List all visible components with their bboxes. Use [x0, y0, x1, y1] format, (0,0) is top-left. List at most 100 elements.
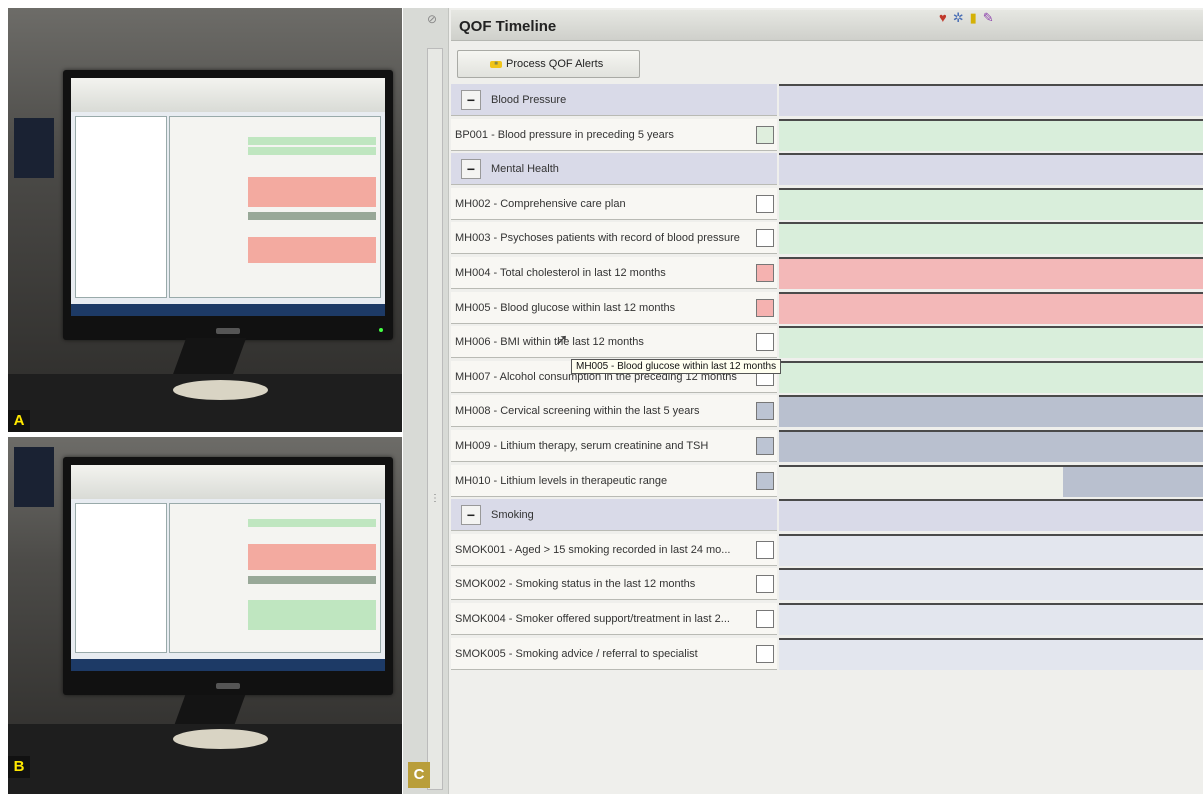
indicator-row[interactable]: SMOK002 - Smoking status in the last 12 … — [451, 567, 1203, 602]
indicator-row[interactable]: MH009 - Lithium therapy, serum creatinin… — [451, 429, 1203, 464]
group-header-blood-pressure[interactable]: − Blood Pressure — [451, 83, 1203, 118]
status-checkbox[interactable] — [756, 333, 774, 352]
photo-panel-b — [8, 437, 402, 794]
pin-icon[interactable]: ⊘ — [427, 12, 437, 26]
status-checkbox[interactable] — [756, 609, 774, 628]
plate — [173, 729, 268, 749]
clipboard-icon[interactable]: ▮ — [970, 10, 983, 26]
plate — [173, 380, 268, 400]
phone-keypad — [14, 447, 54, 507]
indicator-row[interactable]: MH002 - Comprehensive care plan — [451, 187, 1203, 222]
collapse-icon[interactable]: − — [461, 90, 481, 111]
collapse-icon[interactable]: − — [461, 159, 481, 180]
timeline-bar — [779, 602, 1203, 635]
indicator-label: MH003 - Psychoses patients with record o… — [451, 222, 777, 255]
screen-bar — [248, 137, 376, 145]
timeline-bar — [779, 464, 1203, 497]
qof-indicator-list: − Blood Pressure BP001 - Blood pressure i… — [451, 83, 1203, 671]
indicator-row[interactable]: MH010 - Lithium levels in therapeutic ra… — [451, 464, 1203, 499]
status-checkbox[interactable] — [756, 644, 774, 663]
indicator-label: BP001 - Blood pressure in preceding 5 ye… — [451, 118, 777, 151]
screen-tree — [75, 503, 167, 653]
row-tooltip: MH005 - Blood glucose within last 12 mon… — [571, 359, 782, 374]
timeline-bar — [779, 291, 1203, 324]
timeline-bar — [779, 395, 1203, 428]
status-checkbox[interactable] — [756, 263, 774, 282]
indicator-label: SMOK001 - Aged > 15 smoking recorded in … — [451, 533, 777, 566]
indicator-row[interactable]: MH003 - Psychoses patients with record o… — [451, 221, 1203, 256]
group-track — [779, 84, 1203, 116]
group-label: − Blood Pressure — [451, 84, 777, 116]
chart-icon[interactable]: ✲ — [953, 10, 970, 26]
indicator-label: MH004 - Total cholesterol in last 12 mon… — [451, 256, 777, 289]
timeline-bar — [779, 222, 1203, 255]
indicator-label: MH009 - Lithium therapy, serum creatinin… — [451, 429, 777, 462]
monitor-screen — [71, 78, 385, 316]
group-track — [779, 499, 1203, 532]
indicator-row[interactable]: BP001 - Blood pressure in preceding 5 ye… — [451, 118, 1203, 153]
screen-bar — [248, 600, 376, 630]
status-checkbox[interactable] — [756, 471, 774, 490]
status-checkbox[interactable] — [756, 402, 774, 421]
group-label: − Mental Health — [451, 153, 777, 186]
status-checkbox[interactable] — [756, 436, 774, 455]
screen-main — [169, 116, 381, 298]
monitor-logo — [216, 328, 240, 334]
timeline-bar — [779, 118, 1203, 151]
group-label: − Smoking — [451, 499, 777, 532]
status-checkbox[interactable] — [756, 229, 774, 248]
indicator-label: SMOK005 - Smoking advice / referral to s… — [451, 637, 777, 670]
indicator-row[interactable]: MH004 - Total cholesterol in last 12 mon… — [451, 256, 1203, 291]
panel-header: QOF Timeline ♥✲▮✎ — [451, 10, 1203, 41]
indicator-row[interactable]: MH007 - Alcohol consumption in the prece… — [451, 360, 1203, 395]
screen-toolbar — [71, 78, 385, 112]
timeline-bar — [779, 568, 1203, 601]
timeline-bar — [779, 533, 1203, 566]
group-name: Blood Pressure — [491, 94, 567, 107]
group-name: Smoking — [491, 509, 534, 522]
status-checkbox[interactable] — [756, 575, 774, 594]
screen-bar — [248, 237, 376, 263]
status-checkbox[interactable] — [756, 194, 774, 213]
indicator-label: MH006 - BMI within the last 12 months — [451, 326, 777, 359]
indicator-row[interactable]: SMOK005 - Smoking advice / referral to s… — [451, 637, 1203, 672]
heart-icon[interactable]: ♥ — [939, 10, 953, 25]
phone-keypad — [14, 118, 54, 178]
timeline-bar — [779, 637, 1203, 670]
pen-icon[interactable]: ✎ — [983, 10, 1000, 26]
left-rail: ⊘ ⋮ — [403, 8, 449, 794]
photo-panel-a — [8, 8, 402, 432]
process-qof-alerts-button[interactable]: ■ Process QOF Alerts — [457, 50, 640, 78]
collapse-icon[interactable]: − — [461, 505, 481, 526]
group-header-smoking[interactable]: − Smoking — [451, 498, 1203, 533]
group-header-mental-health[interactable]: − Mental Health — [451, 152, 1203, 187]
group-track — [779, 153, 1203, 186]
grip-icon[interactable]: ⋮ — [430, 493, 440, 504]
timeline-bar — [779, 326, 1203, 359]
monitor-screen — [71, 465, 385, 671]
panel-title: QOF Timeline — [459, 18, 557, 35]
vertical-scrollbar[interactable] — [427, 48, 443, 790]
indicator-row[interactable]: SMOK001 - Aged > 15 smoking recorded in … — [451, 533, 1203, 568]
panel-label-c: C — [408, 762, 430, 788]
indicator-row[interactable]: MH005 - Blood glucose within last 12 mon… — [451, 291, 1203, 326]
screen-tree — [75, 116, 167, 298]
indicator-label: SMOK004 - Smoker offered support/treatme… — [451, 602, 777, 635]
screen-main — [169, 503, 381, 653]
status-checkbox[interactable] — [756, 298, 774, 317]
timeline-bar — [779, 187, 1203, 220]
panel-label-b: B — [8, 756, 30, 778]
status-checkbox[interactable] — [756, 125, 774, 144]
screen-taskbar — [71, 304, 385, 316]
indicator-label: MH002 - Comprehensive care plan — [451, 187, 777, 220]
indicator-row[interactable]: MH008 - Cervical screening within the la… — [451, 394, 1203, 429]
indicator-row[interactable]: SMOK004 - Smoker offered support/treatme… — [451, 602, 1203, 637]
indicator-label: SMOK002 - Smoking status in the last 12 … — [451, 568, 777, 601]
timeline-bar — [779, 429, 1203, 462]
status-checkbox[interactable] — [756, 540, 774, 559]
timeline-segment — [1063, 466, 1203, 497]
indicator-label: MH008 - Cervical screening within the la… — [451, 395, 777, 428]
monitor-logo — [216, 683, 240, 689]
screen-bar — [248, 544, 376, 570]
power-led — [379, 328, 383, 332]
